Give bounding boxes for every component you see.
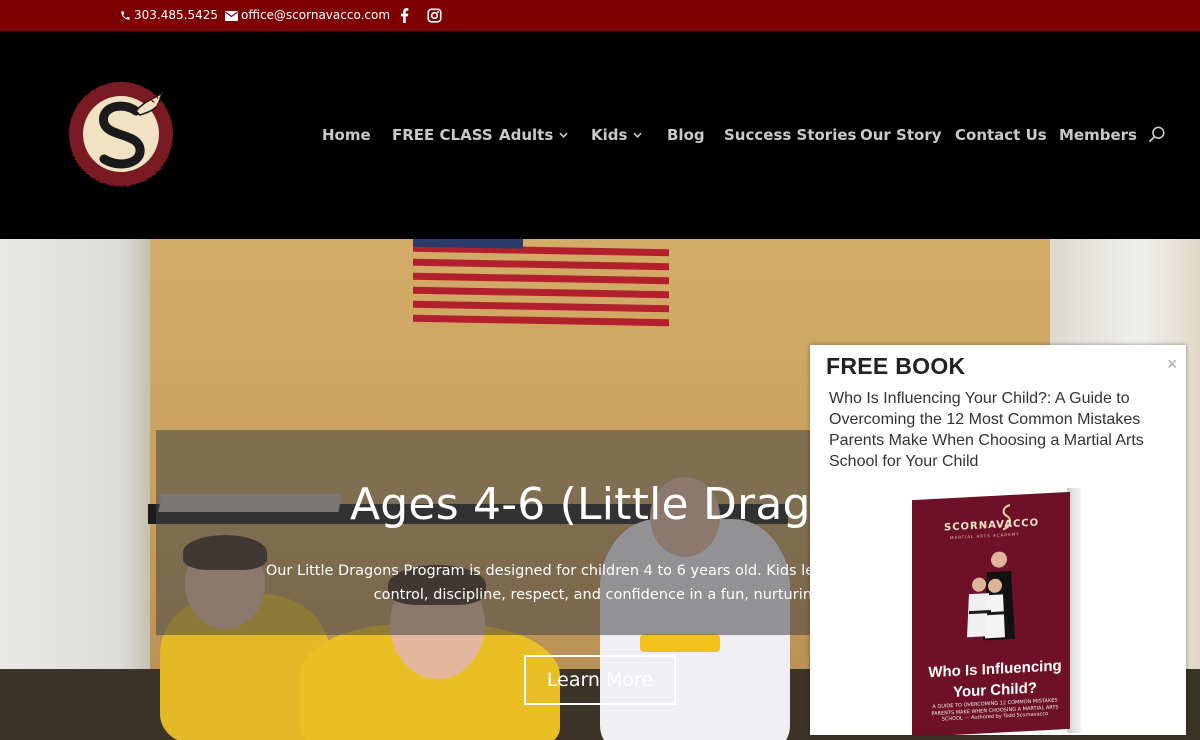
- nav-item-members[interactable]: Members: [1059, 124, 1137, 146]
- email-link[interactable]: office@scornavacco.com: [225, 0, 390, 31]
- chevron-down-icon: [559, 132, 568, 138]
- nav-item-contact-us[interactable]: Contact Us: [955, 124, 1047, 146]
- phone-icon: [121, 11, 130, 20]
- chevron-down-icon: [633, 132, 643, 138]
- hero-background-wall: [0, 239, 150, 740]
- free-book-popup: FREE BOOK × Who Is Influencing Your Chil…: [810, 345, 1186, 735]
- site-header: SCORNAVACCO MARTIAL ARTS ACADEMY Home FR…: [0, 31, 1200, 239]
- nav-label: Members: [1059, 126, 1137, 144]
- popup-description: Who Is Influencing Your Child?: A Guide …: [829, 390, 1144, 470]
- american-flag-image: [413, 239, 669, 333]
- nav-label: Success Stories: [724, 126, 857, 144]
- nav-label: Adults: [499, 126, 554, 144]
- nav-label: Contact Us: [955, 126, 1047, 144]
- popup-title: FREE BOOK: [826, 353, 966, 379]
- nav-label: FREE CLASS: [392, 126, 493, 144]
- instagram-link[interactable]: [427, 0, 445, 31]
- email-address: office@scornavacco.com: [241, 8, 391, 22]
- book-cover-image[interactable]: SCORNAVACCO MARTIAL ARTS ACADEMY Who Is …: [912, 488, 1081, 735]
- top-bar: 303.485.5425 office@scornavacco.com: [0, 0, 1200, 31]
- nav-item-home[interactable]: Home: [322, 124, 371, 146]
- nav-item-kids[interactable]: Kids: [591, 124, 643, 146]
- nav-label: Home: [322, 126, 371, 144]
- facebook-link[interactable]: [400, 0, 412, 31]
- nav-item-our-story[interactable]: Our Story: [860, 124, 942, 146]
- phone-number: 303.485.5425: [134, 8, 218, 22]
- close-button[interactable]: ×: [1167, 355, 1178, 373]
- dragon-icon: [1002, 504, 1012, 531]
- book-brand: SCORNAVACCO: [944, 517, 1040, 534]
- nav-item-success-stories[interactable]: Success Stories: [724, 124, 856, 146]
- search-icon: [1148, 126, 1165, 143]
- nav-label: Our Story: [860, 126, 942, 144]
- phone-link[interactable]: 303.485.5425: [120, 0, 218, 31]
- nav-label: Blog: [667, 126, 705, 144]
- search-button[interactable]: [1148, 126, 1168, 146]
- yellow-belt: [640, 634, 720, 652]
- nav-item-free-class[interactable]: FREE CLASS: [392, 124, 493, 146]
- envelope-icon: [225, 10, 238, 21]
- nav-item-adults[interactable]: Adults: [499, 124, 568, 146]
- instagram-icon: [427, 8, 442, 23]
- nav-item-blog[interactable]: Blog: [667, 124, 705, 146]
- learn-more-button[interactable]: Learn More: [524, 655, 676, 705]
- family-photo-icon: [967, 551, 1015, 641]
- book-brand-sub: MARTIAL ARTS ACADEMY: [950, 531, 1020, 541]
- main-nav: Home FREE CLASS Adults Kids Blog Success…: [0, 124, 1200, 146]
- book-cover: SCORNAVACCO MARTIAL ARTS ACADEMY Who Is …: [912, 491, 1070, 735]
- facebook-icon: [400, 8, 409, 23]
- nav-label: Kids: [591, 126, 628, 144]
